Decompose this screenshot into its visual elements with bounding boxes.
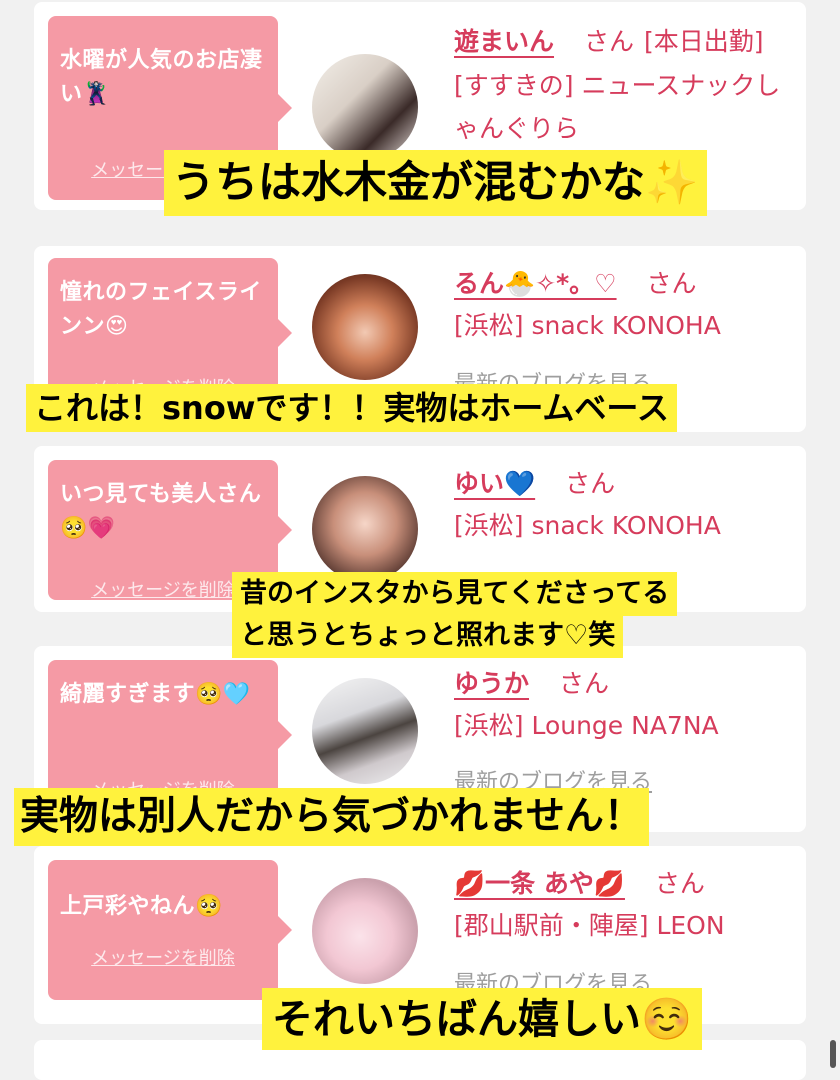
san-label: さん: [646, 269, 697, 298]
san-label: さん: [583, 27, 634, 56]
message-text: 憧れのフェイスラインン😍: [60, 280, 262, 339]
avatar[interactable]: [312, 678, 418, 784]
cast-name-link[interactable]: ゆい💙: [454, 469, 535, 498]
message-text: いつ見ても美人さん🥺💗: [60, 482, 262, 541]
caption-text: と思うとちょっと照れます♡笑: [232, 614, 624, 658]
shop-link[interactable]: [浜松] Lounge NA7NA: [454, 704, 794, 747]
message-text: 綺麗すぎます🥺🩵: [60, 682, 251, 707]
message-bubble: 上戸彩やねん🥺 メッセージを削除: [48, 860, 292, 1000]
caption-text: 昔のインスタから見てくださってる: [232, 572, 678, 616]
shop-link[interactable]: [浜松] snack KONOHA: [454, 504, 794, 547]
cast-name-link[interactable]: ゆうか: [454, 669, 529, 698]
caption-text: それいちばん嬉しい☺️: [262, 988, 703, 1050]
caption-text: うちは水木金が混むかな✨: [164, 150, 707, 216]
cast-name-link[interactable]: 遊まいん: [454, 27, 554, 56]
caption-text: これは！snowです！！実物はホームベース: [26, 384, 677, 432]
avatar[interactable]: [312, 878, 418, 984]
avatar[interactable]: [312, 54, 418, 160]
status-badge: [本日出勤]: [643, 27, 764, 56]
san-label: さん: [654, 869, 705, 898]
san-label: さん: [565, 469, 616, 498]
shop-link[interactable]: [浜松] snack KONOHA: [454, 304, 794, 347]
san-label: さん: [558, 669, 609, 698]
cast-name-link[interactable]: 💋一条 あや💋: [454, 869, 625, 898]
message-text: 上戸彩やねん🥺: [60, 894, 223, 919]
delete-message-link[interactable]: メッセージを削除: [48, 944, 278, 970]
shop-link[interactable]: [郡山駅前・陣屋] LEON: [454, 904, 794, 947]
avatar[interactable]: [312, 274, 418, 380]
avatar[interactable]: [312, 476, 418, 582]
cast-name-link[interactable]: るん🐣✧*。♡: [454, 269, 617, 298]
scrollbar[interactable]: [830, 1040, 836, 1068]
shop-link[interactable]: [すすきの] ニュースナックしゃんぐりら: [454, 64, 794, 150]
caption-text: 実物は別人だから気づかれません！: [14, 788, 649, 846]
message-text: 水曜が人気のお店凄い🦹: [60, 48, 263, 107]
